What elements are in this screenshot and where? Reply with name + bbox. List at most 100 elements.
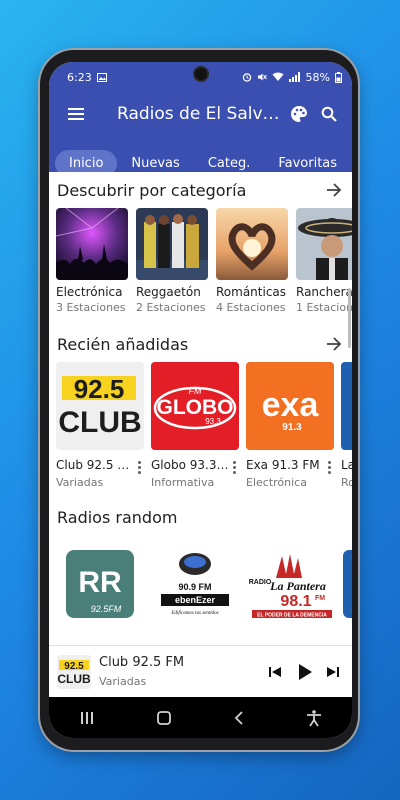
- section-random: Radios random: [49, 499, 352, 535]
- logo-text: FM: [315, 595, 325, 602]
- scrollbar[interactable]: [348, 288, 351, 348]
- category-card-rancheras[interactable]: Rancheras 1 Estaciones: [296, 208, 352, 314]
- more-options-icon[interactable]: [134, 458, 144, 474]
- section-discover: Descubrir por categoría: [49, 172, 352, 208]
- section-title: Recién añadidas: [57, 334, 189, 354]
- logo-text: ebenEzer: [175, 595, 216, 605]
- random-station-rr[interactable]: RR 92.5FM: [56, 547, 144, 621]
- accessibility-icon[interactable]: [306, 709, 322, 727]
- image-notification-icon: [96, 72, 107, 82]
- logo-text: Edificamos tus sentidos: [170, 611, 218, 616]
- station-logo: 92.5 CLUB: [56, 362, 144, 450]
- logo-text: FM: [189, 386, 202, 396]
- category-count: 2 Estaciones: [136, 301, 206, 314]
- menu-button[interactable]: [61, 99, 91, 129]
- station-genre: Informativa: [151, 476, 215, 489]
- category-image: [296, 208, 352, 280]
- toolbar: Radios de El Salvador: [49, 92, 352, 136]
- signal-icon: [288, 72, 300, 82]
- logo-text: RADIO: [249, 579, 272, 586]
- logo-text: RR: [78, 566, 122, 599]
- logo-text: 92.5: [74, 374, 125, 404]
- system-nav-bar: [49, 697, 352, 738]
- category-row[interactable]: Electrónica 3 Estaciones Reggaetón 2 Est…: [49, 208, 352, 314]
- category-name: Reggaetón: [136, 285, 201, 299]
- wifi-icon: [272, 72, 284, 81]
- random-row[interactable]: RR 92.5FM 90.9 FM ebenEzer Edificamos tu…: [49, 547, 352, 621]
- station-card-partial[interactable]: La Ro: [341, 362, 352, 489]
- station-genre: Electrónica: [246, 476, 307, 489]
- main-content[interactable]: Descubrir por categoría Electrónica 3 Es…: [49, 172, 352, 645]
- section-title: Descubrir por categoría: [57, 180, 247, 200]
- mute-icon: [257, 73, 267, 81]
- category-count: 3 Estaciones: [56, 301, 126, 314]
- random-station-ebenezer[interactable]: 90.9 FM ebenEzer Edificamos tus sentidos: [151, 547, 239, 621]
- logo-text: 98.1: [280, 593, 311, 610]
- logo-text: GLOBO: [157, 396, 234, 419]
- battery-percent: 58%: [305, 70, 330, 84]
- station-name: Club 92.5 FM: [56, 458, 134, 472]
- skip-next-icon[interactable]: [322, 661, 344, 683]
- logo-text: 93.3: [205, 417, 221, 426]
- home-icon[interactable]: [156, 710, 172, 726]
- station-genre: Ro: [341, 476, 352, 489]
- logo-text: CLUB: [57, 672, 91, 686]
- back-icon[interactable]: [233, 710, 245, 726]
- station-name: Exa 91.3 FM: [246, 458, 320, 472]
- random-station-partial[interactable]: [341, 547, 352, 621]
- search-button[interactable]: [314, 99, 344, 129]
- logo-text: EL PODER DE LA DEMENCIA: [257, 613, 327, 619]
- logo-text: exa: [262, 386, 320, 424]
- station-name: La: [341, 458, 352, 472]
- category-image: [216, 208, 288, 280]
- more-options-icon[interactable]: [324, 458, 334, 474]
- category-image: [56, 208, 128, 280]
- mini-player[interactable]: 92.5 CLUB Club 92.5 FM Variadas: [49, 645, 352, 697]
- logo-text: CLUB: [58, 406, 141, 439]
- recent-row[interactable]: 92.5 CLUB Club 92.5 FM Variadas FM GLOBO…: [49, 362, 352, 489]
- station-card-club[interactable]: 92.5 CLUB Club 92.5 FM Variadas: [56, 362, 144, 489]
- station-card-exa[interactable]: exa 91.3 Exa 91.3 FM Electrónica: [246, 362, 334, 489]
- logo-text: 91.3: [282, 422, 302, 433]
- category-card-electronica[interactable]: Electrónica 3 Estaciones: [56, 208, 128, 314]
- station-logo: [341, 362, 352, 450]
- station-name: Globo 93.3 FM: [151, 458, 229, 472]
- front-camera: [195, 68, 207, 80]
- status-time: 6:23: [67, 70, 92, 84]
- logo-text: 92.5: [64, 661, 84, 672]
- random-station-la-pantera[interactable]: RADIO La Pantera 98.1 FM EL PODER DE LA …: [246, 547, 334, 621]
- station-logo: exa 91.3: [246, 362, 334, 450]
- category-image: [136, 208, 208, 280]
- station-genre: Variadas: [56, 476, 104, 489]
- more-options-icon[interactable]: [229, 458, 239, 474]
- arrow-right-icon[interactable]: [326, 183, 342, 197]
- play-icon[interactable]: [292, 660, 316, 684]
- skip-previous-icon[interactable]: [264, 661, 286, 683]
- category-card-reggaeton[interactable]: Reggaetón 2 Estaciones: [136, 208, 208, 314]
- page-title: Radios de El Salvador: [117, 104, 284, 124]
- category-name: Rancheras: [296, 285, 352, 299]
- palette-icon: [291, 106, 307, 122]
- recent-apps-icon[interactable]: [79, 711, 95, 725]
- station-card-globo[interactable]: FM GLOBO 93.3 Globo 93.3 FM Informativa: [151, 362, 239, 489]
- search-icon: [321, 106, 337, 122]
- player-logo: 92.5 CLUB: [57, 654, 91, 689]
- arrow-right-icon[interactable]: [326, 337, 342, 351]
- logo-text: 92.5FM: [91, 604, 122, 614]
- section-title: Radios random: [57, 507, 178, 527]
- logo-text: La Pantera: [269, 579, 326, 593]
- alarm-icon: [242, 73, 251, 82]
- player-station-genre: Variadas: [99, 675, 147, 688]
- category-count: 1 Estaciones: [296, 301, 352, 314]
- phone-screen: 6:23 58% Radios de El Salvador Inicio Nu…: [49, 62, 352, 738]
- hamburger-icon: [68, 108, 84, 120]
- logo-text: 90.9 FM: [178, 582, 211, 592]
- player-station-name: Club 92.5 FM: [99, 655, 185, 670]
- station-logo: FM GLOBO 93.3: [151, 362, 239, 450]
- category-name: Románticas: [216, 285, 287, 299]
- battery-icon: [335, 71, 342, 83]
- section-recent: Recién añadidas: [49, 326, 352, 362]
- category-card-romanticas[interactable]: Románticas 4 Estaciones: [216, 208, 288, 314]
- category-name: Electrónica: [56, 285, 123, 299]
- theme-button[interactable]: [284, 99, 314, 129]
